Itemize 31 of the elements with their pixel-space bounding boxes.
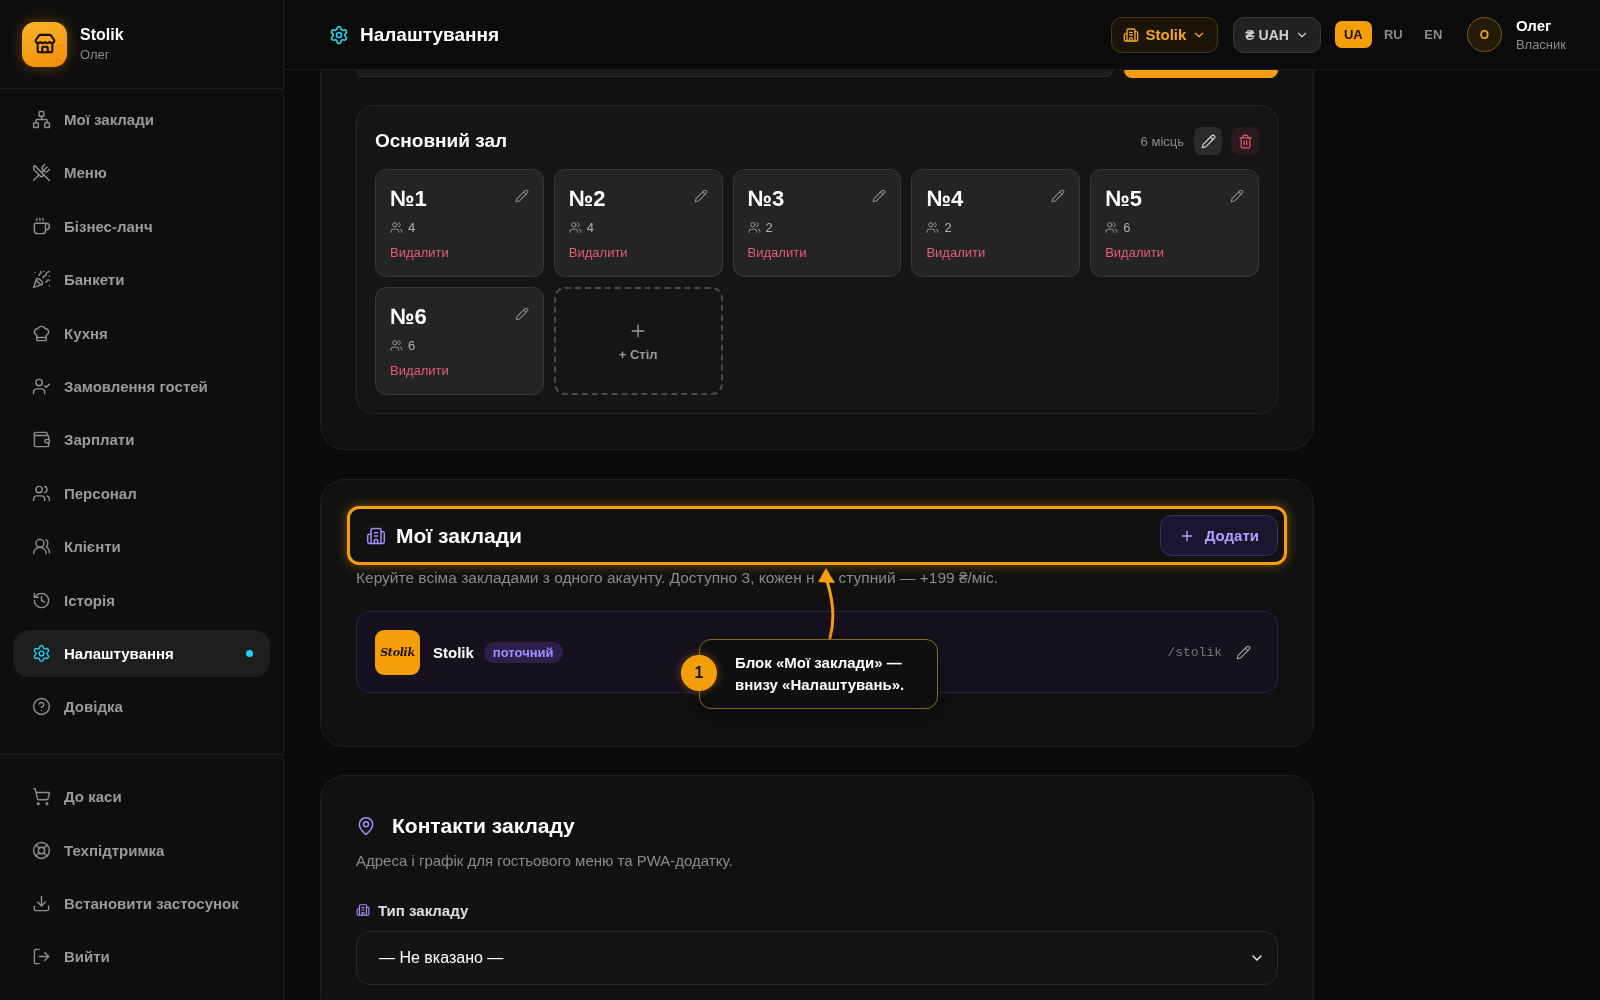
status-tag: поточний (483, 641, 563, 663)
guest-count: 4 (408, 219, 416, 235)
table-number: №2 (568, 186, 606, 212)
seat-count: 6 місць (1140, 133, 1184, 149)
section-description: Адреса і графік для гостьового меню та PWA-додатку. (356, 851, 734, 871)
tooltip-text: Блок «Мої заклади» — внизу «Налаштувань». (735, 653, 906, 695)
venue-slug: /stolik (1167, 644, 1222, 660)
user-role: Власник (1515, 37, 1566, 52)
venue-name: Stolik (433, 643, 474, 661)
table-number: №6 (390, 304, 427, 330)
table-number: №5 (1105, 186, 1142, 212)
user-name: Олег (80, 47, 111, 62)
guest-count: 2 (765, 219, 773, 235)
table-number: №4 (926, 186, 964, 212)
hall-title: Основний зал (375, 130, 508, 152)
user-name: Олег (1515, 17, 1553, 34)
brand-name: Stolik (80, 26, 124, 44)
table-number: №3 (747, 186, 785, 212)
guest-count: 6 (1123, 219, 1131, 235)
section-description: ступний — +199 ₴/міс. (838, 568, 999, 588)
step-number: 1 (681, 655, 717, 691)
section-title: Контакти закладу (392, 813, 575, 839)
section-description: Керуйте всіма закладами з одного акаунту. Доступно 3, кожен н (356, 568, 815, 588)
page-title: Налаштування (360, 23, 500, 46)
venue-logo: Stolik (375, 629, 420, 675)
field-label: Тип закладу (378, 901, 469, 919)
guest-count: 2 (944, 219, 952, 235)
guest-count: 6 (408, 337, 416, 353)
table-number: №1 (390, 186, 427, 212)
guest-count: 4 (586, 219, 595, 235)
section-title: Мої заклади (396, 522, 522, 549)
